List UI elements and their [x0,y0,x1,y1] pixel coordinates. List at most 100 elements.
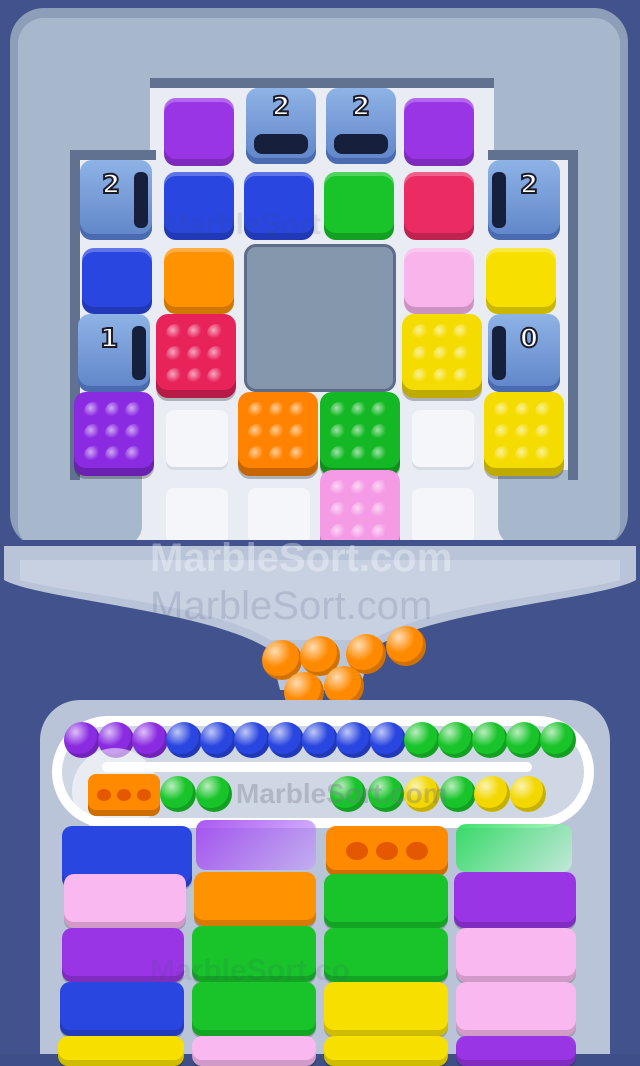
crate-marble [289,402,308,422]
crate-marble [84,424,103,444]
slot-yellow[interactable] [324,982,448,1036]
slot-green[interactable] [192,982,316,1036]
watermark: MarbleSort [164,208,321,241]
marble-crate-red[interactable] [156,314,236,398]
left-rail [0,700,40,1054]
crate-marble [371,424,390,444]
crate-marble [371,402,390,422]
tile-orange[interactable] [164,248,234,314]
conveyor-marble-green [506,722,542,758]
slot-pink[interactable] [192,1036,316,1066]
tunnel-left-lower[interactable]: 1 [78,314,150,392]
conveyor-marble-blue [336,722,372,758]
crate-marble [371,446,390,466]
crate-marble [453,346,472,366]
crate-marble [84,402,103,422]
tile-green[interactable] [324,172,394,240]
crate-marble [514,446,534,466]
marble-crate-yellow[interactable] [402,314,482,398]
conveyor-marble-yellow [474,776,510,812]
tunnel-opening [492,326,506,380]
marble-crate-yellow[interactable] [484,392,564,476]
slot-yellow[interactable] [324,1036,448,1066]
crate-marble [535,424,554,444]
tunnel-right-upper[interactable]: 2 [488,160,560,240]
crate-marble [514,424,534,444]
crate-marble [84,446,103,466]
conveyor-marble-green [160,776,196,812]
tile-purple[interactable] [164,98,234,166]
slot-pink[interactable] [456,928,576,982]
tunnel-left-upper[interactable]: 2 [80,160,152,240]
crate-marble [350,402,370,422]
tunnel-right-lower[interactable]: 0 [488,314,560,392]
conveyor-marble-yellow [510,776,546,812]
crate-marble [166,346,185,366]
crate-marble [104,402,124,422]
crate-marble [494,446,513,466]
grid-top-left-wall [70,150,156,160]
crate-marble [125,424,144,444]
watermark: MarbleSort.com [150,584,433,628]
slot-pink[interactable] [64,874,186,928]
tile-purple[interactable] [404,98,474,166]
conveyor-marble-blue [302,722,338,758]
conveyor-marble-blue [234,722,270,758]
conveyor-marble-blue [370,722,406,758]
crate-marble [350,480,370,500]
crate-marble [104,424,124,444]
watermark: MarbleSort.com [150,536,453,580]
slot-orange[interactable] [194,872,316,926]
grid-top-right-wall [488,150,578,160]
empty-cell [166,410,228,470]
tunnel-top-right[interactable]: 2 [326,88,396,164]
tunnel-opening [134,172,148,228]
tile-blue[interactable] [82,248,152,314]
tunnel-count: 2 [271,91,291,123]
conveyor-marble-blue [166,722,202,758]
grid-right-wall [568,150,578,480]
slot-yellow[interactable] [58,1036,184,1066]
marble-crate-purple[interactable] [74,392,154,476]
tile-red[interactable] [404,172,474,240]
orange-tray-on-belt[interactable] [88,774,160,816]
board-top-left-block [18,18,150,152]
crate-marble [104,446,124,466]
conveyor-marble-blue [268,722,304,758]
watermark: MarbleSort.co [150,954,351,987]
slot-green[interactable] [324,874,448,928]
tunnel-count: 0 [519,323,539,355]
marble-orange [386,626,426,666]
board-notch-left [18,470,142,546]
crate-marble [330,446,349,466]
slot-blue[interactable] [60,982,184,1036]
crate-marble [514,402,534,422]
conveyor-marble-green [404,722,440,758]
tile-pink[interactable] [404,248,474,314]
crate-marble [289,446,308,466]
glass-shatter-effect [196,820,316,870]
tunnel-opening [334,134,388,154]
tunnel-opening [132,326,146,380]
crate-marble [350,502,370,522]
crate-marble [432,346,452,366]
crate-marble [412,346,431,366]
crate-marble [125,402,144,422]
conveyor-marble-purple [132,722,168,758]
slot-purple[interactable] [456,1036,576,1066]
slot-purple[interactable] [454,872,576,928]
crate-marble [330,402,349,422]
marble-crate-green[interactable] [320,392,400,476]
right-rail [610,700,640,1054]
crate-marble [412,324,431,344]
tunnel-top-left[interactable]: 2 [246,88,316,164]
watermark: MarbleSort.com [236,778,448,809]
tile-yellow[interactable] [486,248,556,314]
orange-cap-target[interactable] [326,826,448,876]
center-hole [244,244,396,392]
conveyor-marble-green [196,776,232,812]
slot-pink[interactable] [456,982,576,1036]
crate-marble [494,424,513,444]
crate-marble [186,368,206,388]
marble-crate-orange[interactable] [238,392,318,476]
